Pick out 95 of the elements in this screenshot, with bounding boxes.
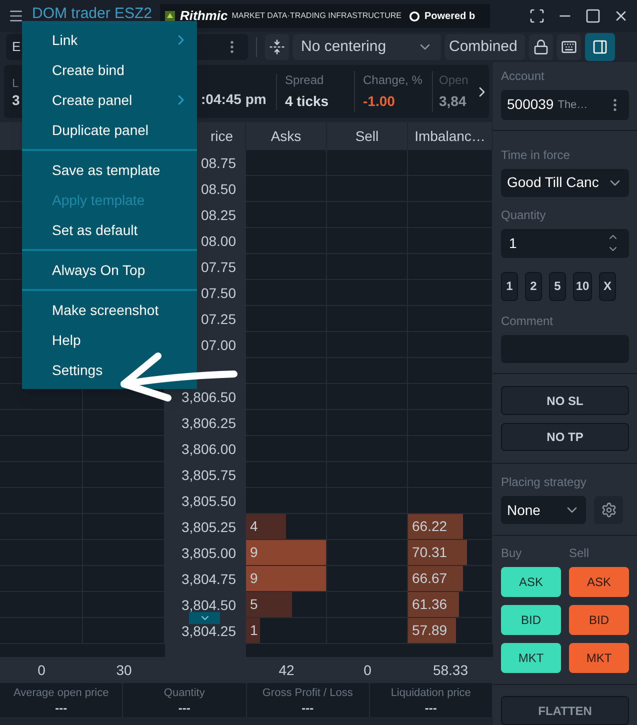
price-cell: 08.75 — [200, 156, 236, 170]
info-label: Open — [439, 72, 468, 89]
asks-value: 4 — [249, 518, 258, 534]
menu-item[interactable]: Save as template — [22, 155, 197, 185]
stat-label: Gross Profit / Loss — [262, 686, 353, 701]
total-value: 0 — [362, 660, 372, 680]
imbalance-value: 57.89 — [411, 622, 448, 638]
menu-item[interactable]: Make screenshot — [22, 295, 197, 325]
price-cell: 07.00 — [200, 338, 236, 352]
stat-label: Quantity — [164, 686, 205, 701]
price-cell: 3,806.50 — [182, 390, 236, 404]
price-cell: 3,805.00 — [182, 546, 236, 560]
imbalance-value: 61.36 — [411, 596, 448, 612]
column-header[interactable]: rice — [210, 126, 233, 146]
sell-button[interactable]: ASK — [569, 567, 629, 598]
imbalance-value: 70.31 — [411, 544, 448, 560]
brand-name: Rithmic — [180, 7, 228, 26]
price-cell: 07.75 — [200, 260, 236, 274]
quantity-preset[interactable]: 5 — [549, 272, 566, 301]
price-cell: 3,805.75 — [182, 468, 236, 482]
stat-value: --- — [302, 702, 314, 714]
price-cell: 3,804.50 — [182, 598, 236, 612]
total-value: 0 — [36, 660, 46, 680]
powered-by: Powered b — [424, 10, 476, 24]
imbalance-value: 66.22 — [411, 518, 448, 534]
time-value: :04:45 pm — [201, 90, 266, 109]
total-value: 30 — [115, 660, 133, 680]
time-in-force-dropdown[interactable]: Good Till Canc — [501, 168, 629, 198]
total-value: 42 — [278, 660, 296, 680]
column-header[interactable]: Asks — [270, 126, 302, 146]
column-header[interactable]: Imbalanc… — [414, 126, 486, 146]
stat-value: --- — [178, 702, 190, 714]
info-label: L — [12, 76, 19, 88]
centering-dropdown[interactable]: No centering — [293, 34, 441, 60]
stat-value: --- — [424, 702, 437, 714]
menu-item[interactable]: Create panel — [22, 85, 197, 115]
info-label: Change, % — [363, 72, 424, 89]
column-label: Buy — [501, 547, 523, 560]
asks-value: 9 — [249, 570, 258, 586]
field-label: Comment — [501, 314, 554, 327]
quantity-field[interactable]: 1 — [501, 229, 629, 258]
quantity-preset[interactable]: 10 — [573, 272, 592, 301]
column-label: Sell — [569, 547, 590, 560]
price-cell: 08.50 — [200, 182, 236, 196]
info-value: 3,84 — [439, 92, 468, 111]
menu-item[interactable]: Help — [22, 325, 197, 355]
price-cell: 3,804.25 — [182, 624, 236, 638]
quantity-preset[interactable]: 1 — [501, 272, 518, 301]
price-cell: 3,805.50 — [182, 494, 236, 508]
brand-tagline: MARKET DATA·TRADING INFRASTRUCTURE — [232, 10, 402, 22]
price-cell: 08.25 — [200, 208, 236, 222]
sell-button[interactable]: BID — [569, 605, 629, 636]
asks-value: 5 — [249, 596, 258, 612]
buy-button[interactable]: MKT — [501, 643, 561, 674]
quantity-preset[interactable]: 2 — [525, 272, 542, 301]
price-cell: 3,805.25 — [182, 520, 236, 534]
field-label: Time in force — [501, 148, 571, 161]
stat-label: Liquidation price — [390, 686, 471, 701]
price-cell: 3,806.00 — [182, 442, 236, 456]
stat-value: --- — [55, 702, 68, 714]
price-cell: 3,804.75 — [182, 572, 236, 586]
menu-item[interactable]: Create bind — [22, 55, 197, 85]
quantity-preset[interactable]: X — [599, 272, 616, 301]
info-label: Spread — [285, 72, 325, 89]
buy-button[interactable]: BID — [501, 605, 561, 636]
info-value: 4 ticks — [285, 92, 330, 111]
menu-item[interactable]: Duplicate panel — [22, 115, 197, 145]
take-profit-button[interactable]: NO TP — [501, 422, 629, 452]
price-cell: 08.00 — [200, 234, 236, 248]
stop-loss-button[interactable]: NO SL — [501, 386, 629, 415]
imbalance-value: 66.67 — [411, 570, 448, 586]
total-value: 58.33 — [432, 660, 470, 680]
account-field[interactable]: 500039 The… — [501, 90, 629, 120]
window-title: DOM trader ESZ2 — [32, 6, 152, 20]
strategy-dropdown[interactable]: None — [501, 496, 586, 524]
menu-item[interactable]: Settings — [22, 355, 197, 385]
field-label: Quantity — [501, 209, 547, 222]
menu-item[interactable]: Set as default — [22, 215, 197, 245]
mode-button[interactable]: Combined — [445, 34, 525, 60]
price-cell: 07.25 — [200, 312, 236, 326]
field-label: Placing strategy — [501, 476, 588, 488]
stat-label: Average open price — [14, 686, 109, 701]
asks-value: 9 — [249, 544, 258, 560]
info-value: 3 — [12, 92, 20, 106]
menu-item[interactable]: Link — [22, 25, 197, 55]
price-cell: 3,806.25 — [182, 416, 236, 430]
column-header[interactable]: Sell — [355, 126, 379, 146]
sell-button[interactable]: MKT — [569, 643, 629, 674]
menu-item[interactable]: Always On Top — [22, 255, 197, 285]
buy-button[interactable]: ASK — [501, 567, 561, 598]
asks-value: 1 — [249, 622, 258, 638]
info-value: -1.00 — [363, 92, 396, 111]
price-cell: 07.50 — [200, 286, 236, 300]
field-label: Account — [501, 70, 546, 82]
flatten-button[interactable]: FLATTEN — [501, 696, 629, 725]
